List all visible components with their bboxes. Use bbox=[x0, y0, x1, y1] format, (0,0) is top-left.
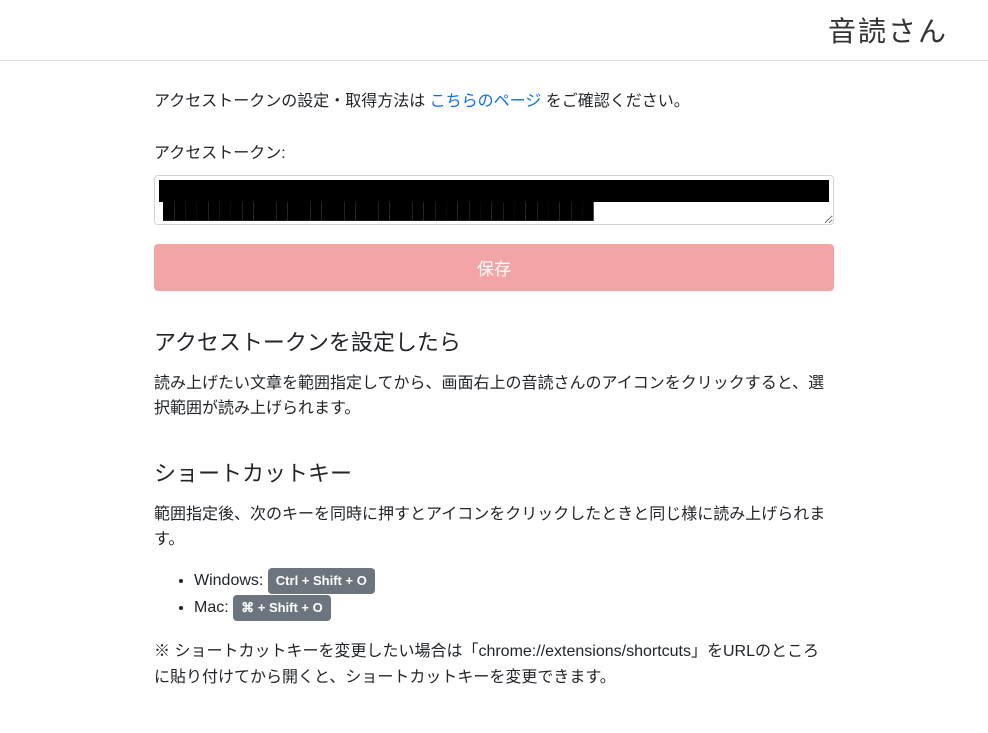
shortcut-list: Windows: Ctrl + Shift + O Mac: ⌘ + Shift… bbox=[154, 567, 834, 621]
os-label: Mac: bbox=[194, 599, 233, 616]
app-title: 音読さん bbox=[828, 10, 948, 50]
token-label: アクセストークン: bbox=[154, 139, 834, 163]
shortcut-heading: ショートカットキー bbox=[154, 456, 834, 488]
kbd-badge: ⌘ + Shift + O bbox=[233, 595, 331, 621]
access-token-input[interactable]: ████████████████████████████████████████… bbox=[154, 175, 834, 225]
list-item: Windows: Ctrl + Shift + O bbox=[194, 567, 834, 594]
list-item: Mac: ⌘ + Shift + O bbox=[194, 594, 834, 621]
save-button[interactable]: 保存 bbox=[154, 244, 834, 291]
intro-suffix: をご確認ください。 bbox=[541, 93, 689, 110]
shortcut-note: ※ ショートカットキーを変更したい場合は「chrome://extensions… bbox=[154, 639, 834, 690]
main-container: アクセストークンの設定・取得方法は こちらのページ をご確認ください。 アクセス… bbox=[144, 61, 844, 733]
after-body: 読み上げたい文章を範囲指定してから、画面右上の音読さんのアイコンをクリックすると… bbox=[154, 371, 834, 422]
token-field-wrapper: ████████████████████████████████████████… bbox=[154, 175, 834, 230]
after-heading: アクセストークンを設定したら bbox=[154, 325, 834, 357]
header: 音読さん bbox=[0, 0, 988, 60]
shortcut-body: 範囲指定後、次のキーを同時に押すとアイコンをクリックしたときと同じ様に読み上げら… bbox=[154, 502, 834, 553]
kbd-badge: Ctrl + Shift + O bbox=[268, 568, 375, 594]
intro-text: アクセストークンの設定・取得方法は こちらのページ をご確認ください。 bbox=[154, 89, 834, 115]
help-link[interactable]: こちらのページ bbox=[430, 93, 542, 110]
intro-prefix: アクセストークンの設定・取得方法は bbox=[154, 93, 430, 110]
os-label: Windows: bbox=[194, 572, 268, 589]
